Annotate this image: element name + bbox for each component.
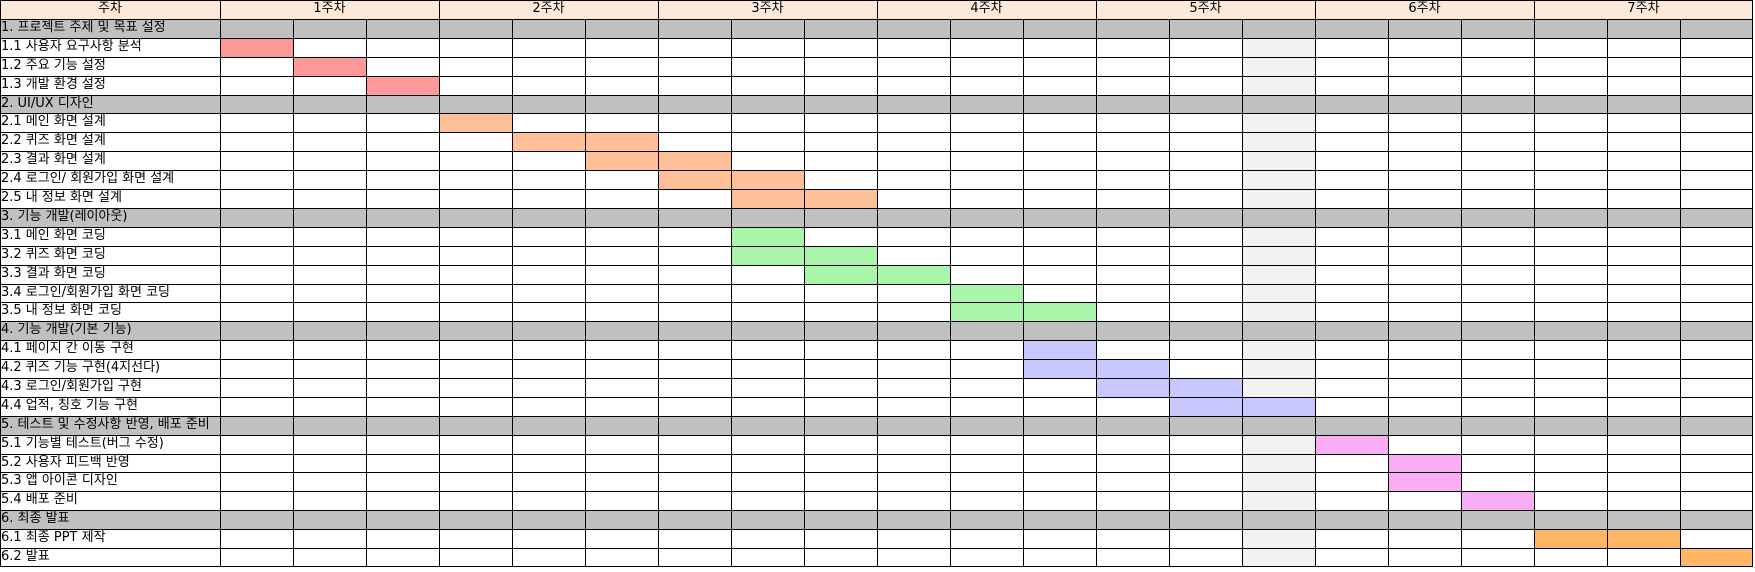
task-bar bbox=[1023, 340, 1096, 359]
grid-vline bbox=[804, 19, 805, 567]
grid-vline bbox=[585, 19, 586, 567]
grid-vline bbox=[220, 0, 221, 567]
grid-vline bbox=[1607, 19, 1608, 567]
task-label: 5.1 기능별 테스트(버그 수정) bbox=[1, 436, 164, 451]
task-bar bbox=[1680, 548, 1753, 567]
task-label: 2.4 로그인/ 회원가입 화면 설계 bbox=[1, 171, 175, 186]
grid-vline bbox=[658, 0, 659, 567]
grid-vline bbox=[1534, 0, 1535, 567]
grid-vline bbox=[293, 19, 294, 567]
grid-vline bbox=[1461, 19, 1462, 567]
grid-vline bbox=[439, 0, 440, 567]
task-bar bbox=[1169, 397, 1242, 416]
task-bar bbox=[1315, 435, 1388, 454]
week-header: 7주차 bbox=[1627, 1, 1660, 16]
grid-vline bbox=[1169, 19, 1170, 567]
grid-vline bbox=[731, 19, 732, 567]
task-label: 6.1 최종 PPT 제작 bbox=[1, 530, 106, 545]
task-label: 6.2 발표 bbox=[1, 549, 50, 564]
week-header: 2주차 bbox=[532, 1, 565, 16]
task-label: 2.3 결과 화면 설계 bbox=[1, 152, 106, 167]
week-header: 4주차 bbox=[970, 1, 1003, 16]
task-label: 3.2 퀴즈 화면 코딩 bbox=[1, 247, 106, 262]
grid-vline bbox=[1388, 19, 1389, 567]
task-bar bbox=[877, 265, 950, 284]
grid-vline bbox=[512, 19, 513, 567]
task-bar bbox=[1169, 378, 1242, 397]
task-bar bbox=[731, 227, 804, 246]
week-column-header: 주차 bbox=[98, 1, 122, 16]
task-label: 2.5 내 정보 화면 설계 bbox=[1, 190, 122, 205]
task-bar bbox=[658, 151, 731, 170]
task-bar bbox=[1534, 529, 1607, 548]
task-bar bbox=[731, 170, 804, 189]
task-label: 1.2 주요 기능 설정 bbox=[1, 58, 106, 73]
task-label: 5.3 앱 아이콘 디자인 bbox=[1, 473, 118, 488]
task-bar bbox=[1023, 359, 1096, 378]
task-bar bbox=[1461, 491, 1534, 510]
task-label: 1.1 사용자 요구사항 분석 bbox=[1, 39, 142, 54]
task-bar bbox=[439, 113, 512, 132]
grid-vline bbox=[366, 19, 367, 567]
task-bar bbox=[1607, 529, 1680, 548]
task-bar bbox=[1388, 472, 1461, 491]
week-header: 1주차 bbox=[313, 1, 346, 16]
task-bar bbox=[804, 265, 877, 284]
task-label: 2.2 퀴즈 화면 설계 bbox=[1, 133, 106, 148]
task-bar bbox=[804, 189, 877, 208]
grid-vline bbox=[0, 0, 1, 567]
grid-vline bbox=[950, 19, 951, 567]
task-bar bbox=[585, 151, 658, 170]
week-header: 3주차 bbox=[751, 1, 784, 16]
task-label: 3.4 로그인/회원가입 화면 코딩 bbox=[1, 285, 171, 300]
grid-vline bbox=[1096, 0, 1097, 567]
week-header: 5주차 bbox=[1189, 1, 1222, 16]
task-label: 2.1 메인 화면 설계 bbox=[1, 114, 106, 129]
task-label: 4.3 로그인/회원가입 구현 bbox=[1, 379, 142, 394]
task-bar bbox=[731, 189, 804, 208]
task-label: 5.4 배포 준비 bbox=[1, 492, 78, 507]
grid-vline bbox=[1680, 19, 1681, 567]
gantt-chart: 1. 프로젝트 주제 및 목표 설정 1.1 사용자 요구사항 분석 1.2 주요 … bbox=[0, 0, 1755, 572]
grid-vline bbox=[877, 0, 878, 567]
task-bar bbox=[1242, 397, 1315, 416]
task-label: 3.3 결과 화면 코딩 bbox=[1, 266, 106, 281]
task-label: 1.3 개발 환경 설정 bbox=[1, 77, 106, 92]
task-bar bbox=[804, 246, 877, 265]
grid-vline bbox=[1023, 19, 1024, 567]
task-bar bbox=[366, 76, 439, 95]
task-label: 5.2 사용자 피드백 반영 bbox=[1, 455, 130, 470]
grid-vline bbox=[1752, 0, 1753, 567]
task-label: 3.5 내 정보 화면 코딩 bbox=[1, 303, 122, 318]
task-label: 4.1 페이지 간 이동 구현 bbox=[1, 341, 134, 356]
task-bar bbox=[1096, 378, 1169, 397]
grid-vline bbox=[1315, 0, 1316, 567]
task-bar bbox=[293, 57, 366, 76]
task-bar bbox=[1096, 359, 1169, 378]
task-bar bbox=[220, 38, 293, 57]
task-bar bbox=[1388, 454, 1461, 472]
task-bar bbox=[658, 170, 731, 189]
task-label: 4.2 퀴즈 기능 구현(4지선다) bbox=[1, 360, 161, 375]
grid-vline bbox=[1242, 19, 1243, 567]
task-bar bbox=[512, 132, 585, 151]
task-bar bbox=[1023, 302, 1096, 321]
task-bar bbox=[731, 246, 804, 265]
task-bar bbox=[585, 132, 658, 151]
task-label: 4.4 업적, 칭호 기능 구현 bbox=[1, 398, 139, 413]
week-header: 6주차 bbox=[1408, 1, 1441, 16]
task-bar bbox=[950, 302, 1023, 321]
task-label: 3.1 메인 화면 코딩 bbox=[1, 228, 106, 243]
task-bar bbox=[950, 284, 1023, 302]
